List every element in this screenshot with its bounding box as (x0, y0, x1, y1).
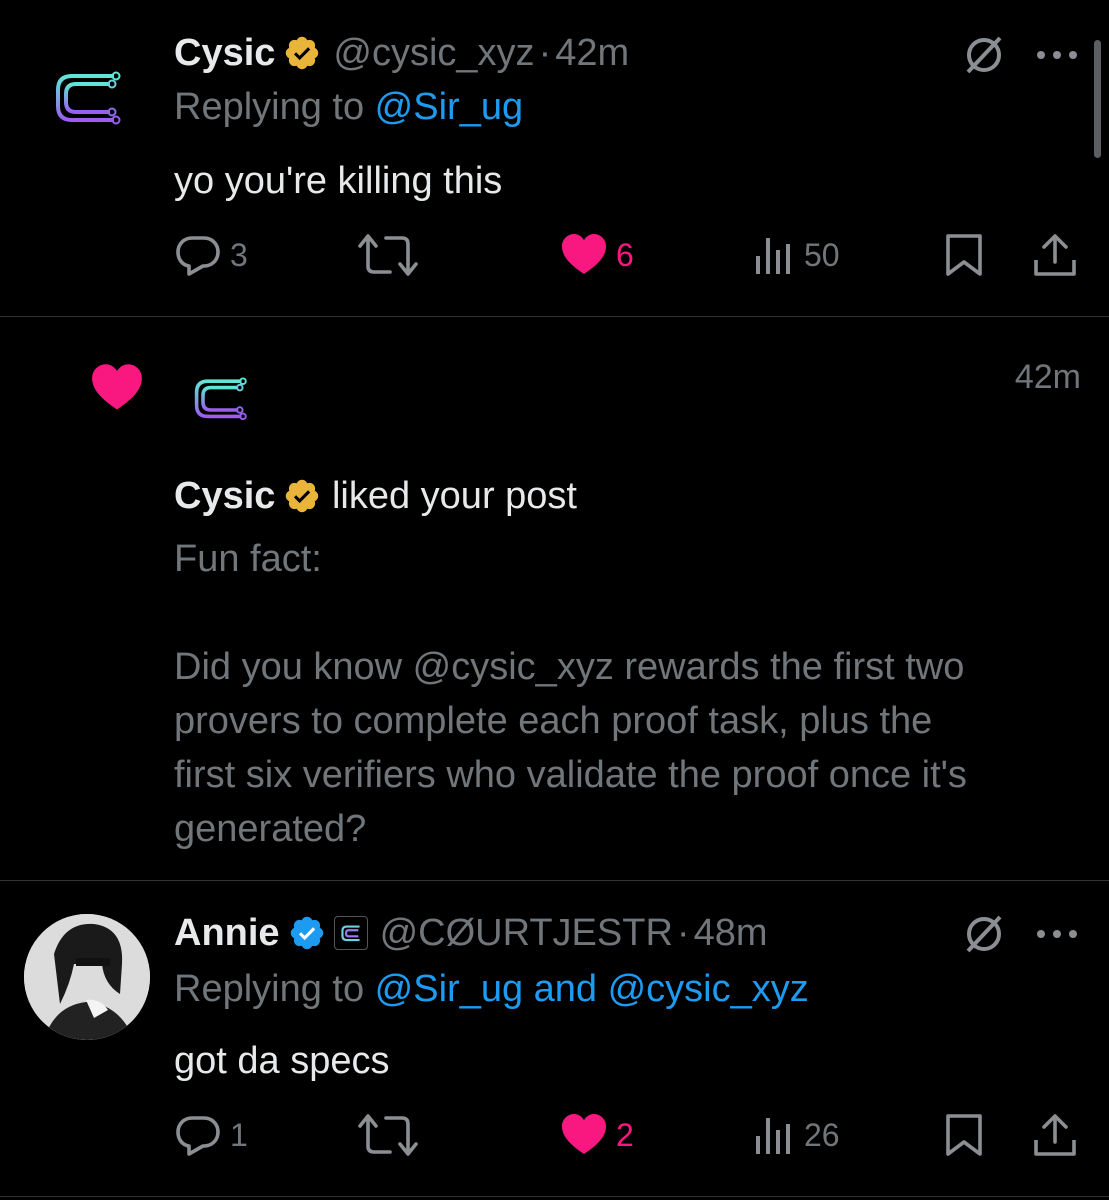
liker-name[interactable]: Cysic (174, 475, 275, 518)
reply-count: 1 (230, 1116, 248, 1153)
more-icon[interactable] (1036, 50, 1078, 60)
separator: · (538, 31, 552, 74)
heart-icon (562, 234, 606, 274)
divider (0, 1196, 1109, 1197)
retweet-icon (358, 1114, 418, 1156)
cysic-avatar[interactable] (190, 370, 248, 426)
timestamp[interactable]: 42m (555, 32, 629, 75)
divider (0, 880, 1109, 881)
bookmark-button[interactable] (944, 232, 984, 278)
views-icon (756, 238, 790, 274)
timestamp[interactable]: 48m (694, 912, 768, 955)
author-name[interactable]: Cysic (174, 32, 275, 75)
bookmark-button[interactable] (944, 1112, 984, 1158)
gold-verified-badge-icon (283, 34, 321, 72)
separator: · (676, 911, 690, 954)
views-count: 50 (804, 236, 840, 273)
share-icon (1034, 234, 1076, 276)
gold-verified-badge-icon (283, 477, 321, 515)
reply-button[interactable]: 1 (174, 1112, 248, 1158)
grok-icon[interactable] (962, 33, 1006, 77)
cysic-avatar[interactable] (50, 62, 122, 132)
notification-action: liked your post (321, 474, 577, 517)
share-icon (1034, 1114, 1076, 1156)
replying-to: Replying to @Sir_ug and @cysic_xyz (174, 968, 809, 1010)
reply-button[interactable]: 3 (174, 232, 248, 278)
retweet-icon (358, 234, 418, 276)
post-line: provers to complete each proof task, plu… (174, 700, 933, 742)
cysic-logo-icon (56, 71, 121, 125)
like-count: 6 (616, 236, 634, 273)
post-line: first six verifiers who validate the pro… (174, 754, 967, 796)
retweet-button[interactable] (358, 1112, 418, 1158)
replying-to: Replying to @Sir_ug (174, 86, 524, 128)
retweet-button[interactable] (358, 232, 418, 278)
bookmark-icon (946, 1114, 982, 1156)
blue-verified-badge-icon (288, 914, 326, 952)
like-button[interactable]: 2 (560, 1112, 634, 1158)
post-line: Did you know @cysic_xyz rewards the firs… (174, 646, 965, 688)
replying-to-link[interactable]: @Sir_ug (375, 86, 523, 128)
tweet-text: yo you're killing this (174, 160, 503, 202)
tweet-header: Cysic @cysic_xyz · 42m (174, 28, 629, 78)
grok-icon[interactable] (962, 912, 1006, 956)
post-line: generated? (174, 808, 367, 850)
tweet-text: got da specs (174, 1040, 390, 1082)
like-button[interactable]: 6 (560, 232, 634, 278)
views-icon (756, 1118, 790, 1154)
author-handle[interactable]: @CØURTJESTR (380, 912, 673, 955)
reply-icon (176, 236, 220, 276)
more-icon[interactable] (1036, 929, 1078, 939)
tweet-header: Annie @CØURTJESTR · 48m (174, 908, 767, 958)
divider (0, 316, 1109, 317)
post-line (174, 586, 1094, 640)
replying-to-link[interactable]: @Sir_ug and @cysic_xyz (375, 968, 809, 1010)
share-button[interactable] (1032, 1112, 1078, 1158)
views-button[interactable]: 50 (752, 232, 840, 278)
liked-post-preview[interactable]: Fun fact: Did you know @cysic_xyz reward… (174, 532, 1094, 856)
annie-avatar[interactable] (24, 914, 150, 1040)
reply-count: 3 (230, 236, 248, 273)
bookmark-icon (946, 234, 982, 276)
notification-headline: Cysic liked your post (174, 470, 577, 522)
heart-icon (88, 362, 146, 414)
views-count: 26 (804, 1116, 840, 1153)
author-handle[interactable]: @cysic_xyz (333, 32, 534, 75)
heart-icon (562, 1114, 606, 1154)
scrollbar[interactable] (1094, 40, 1101, 158)
post-line: Fun fact: (174, 538, 322, 580)
author-name[interactable]: Annie (174, 912, 280, 955)
reply-icon (176, 1116, 220, 1156)
views-button[interactable]: 26 (752, 1112, 840, 1158)
cysic-logo-icon (194, 377, 247, 421)
share-button[interactable] (1032, 232, 1078, 278)
notification-time: 42m (1014, 358, 1081, 396)
like-count: 2 (616, 1116, 634, 1153)
affiliate-badge-icon[interactable] (333, 916, 368, 950)
